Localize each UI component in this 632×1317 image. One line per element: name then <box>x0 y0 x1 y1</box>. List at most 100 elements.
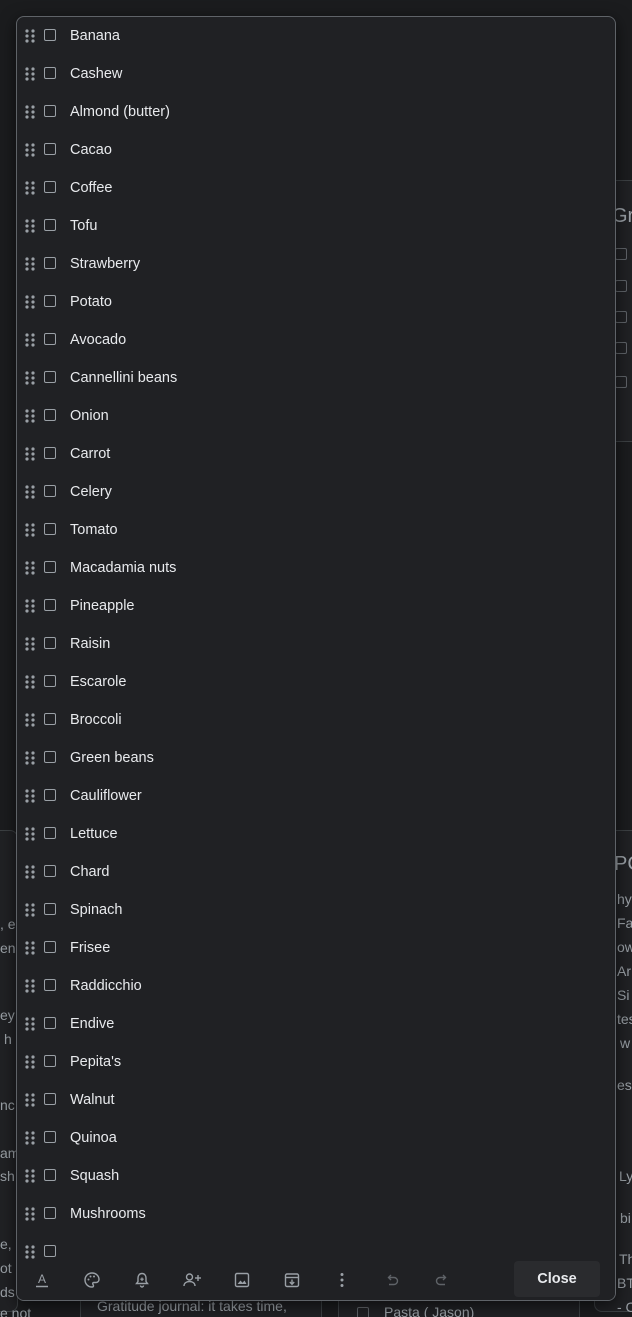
list-item[interactable]: Mushrooms <box>17 1195 615 1233</box>
item-label[interactable]: Green beans <box>70 749 154 767</box>
drag-handle-icon[interactable] <box>24 66 36 82</box>
list-item[interactable]: Onion <box>17 397 615 435</box>
drag-handle-icon[interactable] <box>24 446 36 462</box>
item-checkbox[interactable] <box>44 105 56 117</box>
item-label[interactable]: Escarole <box>70 673 126 691</box>
item-label[interactable]: Frisee <box>70 939 110 957</box>
item-checkbox[interactable] <box>44 1055 56 1067</box>
item-label[interactable]: Banana <box>70 27 120 45</box>
item-label[interactable]: Raisin <box>70 635 110 653</box>
item-label[interactable]: Pineapple <box>70 597 135 615</box>
list-item[interactable]: Cannellini beans <box>17 359 615 397</box>
list-item[interactable]: Potato <box>17 283 615 321</box>
item-checkbox[interactable] <box>44 599 56 611</box>
item-checkbox[interactable] <box>44 751 56 763</box>
list-item[interactable]: Tofu <box>17 207 615 245</box>
text-format-icon[interactable]: A <box>31 1269 53 1291</box>
item-checkbox[interactable] <box>44 1169 56 1181</box>
list-item[interactable]: Coffee <box>17 169 615 207</box>
drag-handle-icon[interactable] <box>24 370 36 386</box>
item-checkbox[interactable] <box>44 29 56 41</box>
list-item[interactable]: Macadamia nuts <box>17 549 615 587</box>
drag-handle-icon[interactable] <box>24 788 36 804</box>
drag-handle-icon[interactable] <box>24 636 36 652</box>
item-label[interactable]: Almond (butter) <box>70 103 170 121</box>
drag-handle-icon[interactable] <box>24 104 36 120</box>
item-label[interactable]: Onion <box>70 407 109 425</box>
drag-handle-icon[interactable] <box>24 294 36 310</box>
item-checkbox[interactable] <box>44 485 56 497</box>
drag-handle-icon[interactable] <box>24 560 36 576</box>
close-button[interactable]: Close <box>514 1261 600 1297</box>
drag-handle-icon[interactable] <box>24 940 36 956</box>
item-checkbox[interactable] <box>44 675 56 687</box>
list-item[interactable]: Lettuce <box>17 815 615 853</box>
list-item[interactable]: Raisin <box>17 625 615 663</box>
item-label[interactable]: Carrot <box>70 445 110 463</box>
undo-icon[interactable] <box>381 1269 403 1291</box>
list-item[interactable]: Escarole <box>17 663 615 701</box>
item-label[interactable]: Cashew <box>70 65 122 83</box>
item-checkbox[interactable] <box>44 409 56 421</box>
list-item[interactable]: Endive <box>17 1005 615 1043</box>
drag-handle-icon[interactable] <box>24 826 36 842</box>
list-item[interactable]: Banana <box>17 17 615 55</box>
item-label[interactable]: Cannellini beans <box>70 369 177 387</box>
drag-handle-icon[interactable] <box>24 1130 36 1146</box>
list-item[interactable]: Cacao <box>17 131 615 169</box>
list-item[interactable]: Cashew <box>17 55 615 93</box>
list-item[interactable] <box>17 1233 615 1261</box>
list-item[interactable]: Pepita's <box>17 1043 615 1081</box>
item-checkbox[interactable] <box>44 181 56 193</box>
drag-handle-icon[interactable] <box>24 978 36 994</box>
item-label[interactable]: Raddicchio <box>70 977 142 995</box>
item-checkbox[interactable] <box>44 713 56 725</box>
list-item[interactable]: Broccoli <box>17 701 615 739</box>
list-item[interactable]: Frisee <box>17 929 615 967</box>
drag-handle-icon[interactable] <box>24 674 36 690</box>
drag-handle-icon[interactable] <box>24 484 36 500</box>
item-label[interactable]: Tofu <box>70 217 97 235</box>
item-label[interactable]: Strawberry <box>70 255 140 273</box>
list-item[interactable]: Raddicchio <box>17 967 615 1005</box>
archive-icon[interactable] <box>281 1269 303 1291</box>
redo-icon[interactable] <box>431 1269 453 1291</box>
drag-handle-icon[interactable] <box>24 28 36 44</box>
item-checkbox[interactable] <box>44 523 56 535</box>
list-item[interactable]: Celery <box>17 473 615 511</box>
item-checkbox[interactable] <box>44 371 56 383</box>
item-label[interactable]: Broccoli <box>70 711 122 729</box>
item-checkbox[interactable] <box>44 295 56 307</box>
list-item[interactable]: Green beans <box>17 739 615 777</box>
item-checkbox[interactable] <box>44 219 56 231</box>
item-checkbox[interactable] <box>44 789 56 801</box>
item-label[interactable]: Pepita's <box>70 1053 121 1071</box>
list-item[interactable]: Chard <box>17 853 615 891</box>
drag-handle-icon[interactable] <box>24 180 36 196</box>
item-checkbox[interactable] <box>44 637 56 649</box>
item-checkbox[interactable] <box>44 903 56 915</box>
item-label[interactable]: Coffee <box>70 179 112 197</box>
item-checkbox[interactable] <box>44 143 56 155</box>
drag-handle-icon[interactable] <box>24 408 36 424</box>
list-item[interactable]: Spinach <box>17 891 615 929</box>
drag-handle-icon[interactable] <box>24 902 36 918</box>
list-item[interactable]: Quinoa <box>17 1119 615 1157</box>
drag-handle-icon[interactable] <box>24 218 36 234</box>
drag-handle-icon[interactable] <box>24 142 36 158</box>
list-item[interactable]: Strawberry <box>17 245 615 283</box>
item-label[interactable]: Macadamia nuts <box>70 559 176 577</box>
list-item[interactable]: Pineapple <box>17 587 615 625</box>
item-label[interactable]: Chard <box>70 863 110 881</box>
drag-handle-icon[interactable] <box>24 332 36 348</box>
item-checkbox[interactable] <box>44 561 56 573</box>
item-checkbox[interactable] <box>44 827 56 839</box>
item-label[interactable]: Cacao <box>70 141 112 159</box>
item-label[interactable]: Spinach <box>70 901 122 919</box>
item-checkbox[interactable] <box>44 1017 56 1029</box>
drag-handle-icon[interactable] <box>24 864 36 880</box>
item-checkbox[interactable] <box>44 1207 56 1219</box>
item-checkbox[interactable] <box>44 67 56 79</box>
list-item[interactable]: Almond (butter) <box>17 93 615 131</box>
drag-handle-icon[interactable] <box>24 598 36 614</box>
